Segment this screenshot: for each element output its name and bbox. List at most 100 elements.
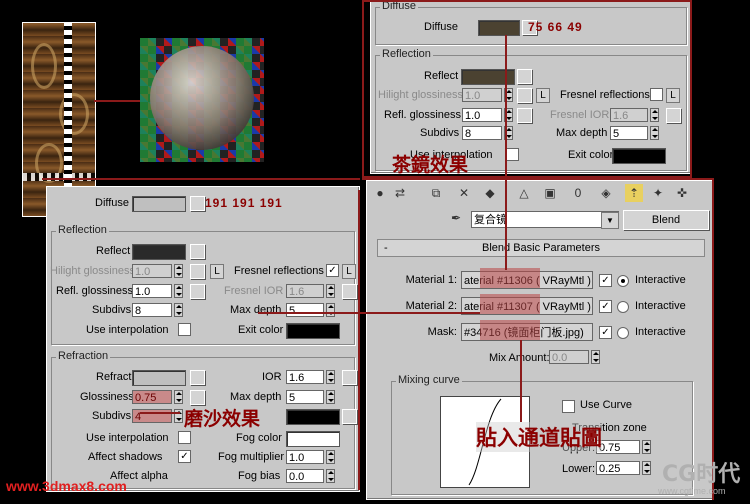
refraction-use-interpolation-label: Use interpolation <box>86 432 169 444</box>
mask-enable-checkbox[interactable]: ✓ <box>599 326 612 339</box>
exit-color-label: Exit color <box>238 324 284 336</box>
material1-label: Material 1: <box>405 274 457 286</box>
hilight-map-button[interactable] <box>190 264 205 279</box>
rollout-title: Blend Basic Parameters <box>482 242 600 254</box>
lower-spinner[interactable] <box>642 461 651 475</box>
refraction-max-depth-label: Max depth <box>230 391 282 403</box>
refract-map-button[interactable] <box>190 370 205 385</box>
affect-shadows-label: Affect shadows <box>88 451 163 463</box>
material2-interactive-label: Interactive <box>635 300 686 312</box>
material-name-dropdown[interactable]: ▼ <box>601 212 619 229</box>
material2-interactive-radio[interactable] <box>617 301 629 313</box>
max-depth-label: Max depth <box>230 304 282 316</box>
glossiness-spinner[interactable] <box>174 390 183 404</box>
subdivs-spinner[interactable] <box>174 303 183 317</box>
reflect-color-swatch[interactable] <box>132 244 186 260</box>
diffuse-map-button[interactable] <box>190 196 205 211</box>
fog-multiplier-spinner[interactable] <box>326 450 335 464</box>
blend-type-button[interactable]: Blend <box>623 210 709 230</box>
mix-amount-spinner[interactable] <box>591 350 600 364</box>
fog-bias-field[interactable]: 0.0 <box>286 469 324 483</box>
fog-multiplier-label: Fog multiplier <box>218 451 285 463</box>
exit-color-swatch[interactable] <box>286 323 340 339</box>
upper-field[interactable]: 0.75 <box>596 440 640 454</box>
mixing-curve-group-title: Mixing curve <box>396 374 462 386</box>
use-curve-label: Use Curve <box>580 399 632 411</box>
material2-label: Material 2: <box>405 300 457 312</box>
channel-map-annotation: 貼入通道貼圖 <box>476 422 602 452</box>
hilight-glossiness-field[interactable]: 1.0 <box>132 264 172 278</box>
refl-gloss-map-button[interactable] <box>190 284 205 299</box>
lower-field[interactable]: 0.25 <box>596 461 640 475</box>
put-to-library-icon[interactable]: ▣ <box>541 184 559 202</box>
fresnel-ior-spinner[interactable] <box>326 284 335 298</box>
glossiness-label: Glossiness <box>80 391 134 403</box>
exit-color-map-button[interactable] <box>342 409 357 424</box>
ior-map-button[interactable] <box>342 370 357 385</box>
material1-interactive-radio[interactable] <box>617 275 629 287</box>
ior-spinner[interactable] <box>326 370 335 384</box>
fresnel-reflections-checkbox[interactable]: ✓ <box>326 264 339 277</box>
blend-material-panel: ● ⇄ ⧉ ✕ ◆ △ ▣ 0 ◈ ⇡ ✦ ✜ ✒ 复合镜 ▼ Blend - … <box>366 180 714 500</box>
refraction-max-depth-spinner[interactable] <box>326 390 335 404</box>
subdivs-label: Subdivs <box>92 304 132 316</box>
put-to-scene-icon[interactable]: ⇄ <box>391 184 409 202</box>
mask-interactive-radio[interactable] <box>617 327 629 339</box>
subdivs-field[interactable]: 8 <box>132 303 172 317</box>
assign-material-icon[interactable]: ⧉ <box>427 184 445 202</box>
mix-amount-field[interactable]: 0.0 <box>549 350 589 364</box>
fog-bias-spinner[interactable] <box>326 469 335 483</box>
pick-material-icon[interactable]: ✜ <box>673 184 691 202</box>
refl-glossiness-spinner[interactable] <box>174 284 183 298</box>
fresnel-ior-map-button[interactable] <box>342 284 357 299</box>
fresnel-ior-field[interactable]: 1.6 <box>286 284 324 298</box>
fresnel-reflections-label: Fresnel reflections <box>234 265 324 277</box>
diffuse-color-swatch[interactable] <box>132 196 186 212</box>
refraction-group-title: Refraction <box>56 350 111 362</box>
reflection-group-title: Reflection <box>56 224 109 236</box>
max-depth-spinner[interactable] <box>326 303 335 317</box>
max-depth-field[interactable]: 5 <box>286 303 324 317</box>
exit-color-refraction-swatch[interactable] <box>286 409 340 425</box>
material-name-field[interactable]: 复合镜 <box>471 211 619 228</box>
material2-enable-checkbox[interactable]: ✓ <box>599 300 612 313</box>
material1-interactive-label: Interactive <box>635 274 686 286</box>
unique-icon[interactable]: △ <box>515 184 533 202</box>
ior-field[interactable]: 1.6 <box>286 370 324 384</box>
fog-bias-label: Fog bias <box>238 470 281 482</box>
hilight-glossiness-spinner[interactable] <box>174 264 183 278</box>
refract-color-swatch[interactable] <box>132 370 186 386</box>
material1-enable-checkbox[interactable]: ✓ <box>599 274 612 287</box>
mask-label: Mask: <box>427 326 457 338</box>
material-id-icon[interactable]: 0 <box>569 184 587 202</box>
fresnel-lock-button[interactable]: L <box>342 264 356 279</box>
fog-color-swatch[interactable] <box>286 431 340 447</box>
reflect-map-button[interactable] <box>190 244 205 259</box>
refraction-max-depth-field[interactable]: 5 <box>286 390 324 404</box>
brand-url: www.cgtime.com <box>658 486 726 496</box>
fog-multiplier-field[interactable]: 1.0 <box>286 450 324 464</box>
left-material-panel: Diffuse 191 191 191 Reflection Reflect H… <box>46 186 360 492</box>
go-forward-icon[interactable]: ✦ <box>649 184 667 202</box>
show-map-icon[interactable]: ◈ <box>597 184 615 202</box>
glossiness-field[interactable]: 0.75 <box>132 390 172 404</box>
rollout-header[interactable]: - Blend Basic Parameters <box>377 239 705 257</box>
use-curve-checkbox[interactable] <box>562 400 575 413</box>
go-to-parent-icon[interactable]: ⇡ <box>625 184 643 202</box>
eyedropper-icon[interactable]: ✒ <box>447 209 465 227</box>
ior-label: IOR <box>262 371 282 383</box>
upper-spinner[interactable] <box>642 440 651 454</box>
rollout-toggle[interactable]: - <box>384 240 388 256</box>
delete-icon[interactable]: ✕ <box>455 184 473 202</box>
get-material-icon[interactable]: ● <box>371 184 389 202</box>
copy-material-icon[interactable]: ◆ <box>481 184 499 202</box>
reflect-label: Reflect <box>96 245 131 257</box>
use-interpolation-checkbox[interactable] <box>178 323 191 336</box>
affect-shadows-checkbox[interactable]: ✓ <box>178 450 191 463</box>
frosted-annotation: 磨沙效果 <box>184 408 261 430</box>
refl-glossiness-field[interactable]: 1.0 <box>132 284 172 298</box>
glossiness-map-button[interactable] <box>190 390 205 405</box>
hilight-lock-button[interactable]: L <box>210 264 224 279</box>
refraction-subdivs-label: Subdivs <box>92 410 132 422</box>
refraction-use-interpolation-checkbox[interactable] <box>178 431 191 444</box>
